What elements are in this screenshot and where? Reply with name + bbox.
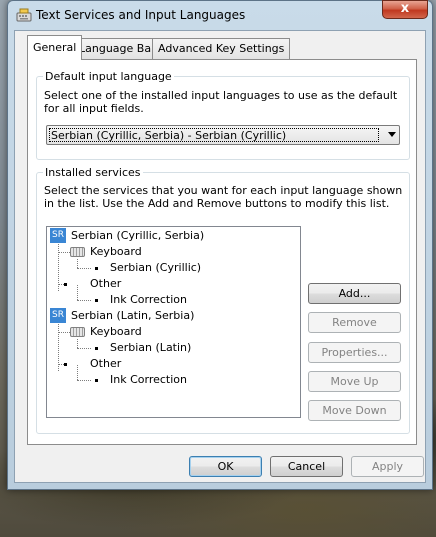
tree-connector [77, 348, 91, 349]
keyboard-settings-icon [16, 8, 32, 22]
tree-keyboard-label[interactable]: Keyboard [90, 244, 142, 260]
tab-language-bar-label: Language Bar [79, 42, 156, 55]
tab-general[interactable]: General [27, 35, 83, 60]
move-down-button[interactable]: Move Down [308, 400, 401, 421]
bullet-icon [64, 363, 67, 366]
tree-other-label[interactable]: Other [90, 276, 121, 292]
installed-services-description: Select the services that you want for ea… [44, 184, 403, 210]
keyboard-icon [70, 247, 85, 257]
close-icon: x [400, 1, 410, 16]
tab-general-label: General [33, 41, 77, 54]
chevron-down-icon [388, 132, 396, 137]
ok-button[interactable]: OK [189, 456, 262, 477]
default-input-language-description: Select one of the installed input langua… [44, 89, 398, 115]
tree-connector [58, 252, 70, 253]
bullet-icon [95, 347, 98, 350]
tree-connector [77, 285, 78, 300]
tree-connector [77, 268, 91, 269]
tree-connector [77, 300, 91, 301]
tree-connector [58, 332, 70, 333]
bullet-icon [95, 267, 98, 270]
language-badge-icon: SR [50, 228, 66, 243]
tree-other-item[interactable]: Ink Correction [110, 292, 187, 308]
tree-language-serbian-cyrillic[interactable]: Serbian (Cyrillic, Serbia) [71, 228, 204, 244]
tab-language-bar[interactable]: Language Bar [73, 38, 162, 59]
bullet-icon [95, 299, 98, 302]
remove-button[interactable]: Remove [308, 312, 401, 333]
properties-button[interactable]: Properties... [308, 342, 401, 363]
tree-keyboard-item[interactable]: Serbian (Cyrillic) [110, 260, 201, 276]
tree-connector [77, 365, 78, 380]
tab-advanced-key-settings-label: Advanced Key Settings [158, 42, 285, 55]
title-bar[interactable]: Text Services and Input Languages x [8, 0, 432, 29]
general-tab-panel: Default input language Select one of the… [27, 59, 417, 445]
apply-button[interactable]: Apply [351, 456, 424, 477]
tree-connector [77, 259, 78, 268]
dialog-client-area: General Language Bar Advanced Key Settin… [14, 30, 426, 483]
default-input-language-group: Default input language Select one of the… [36, 70, 410, 160]
tree-other-item[interactable]: Ink Correction [110, 372, 187, 388]
bullet-icon [64, 283, 67, 286]
installed-services-group: Installed services Select the services t… [36, 166, 410, 434]
default-input-language-dropdown[interactable]: Serbian (Cyrillic, Serbia) - Serbian (Cy… [46, 125, 400, 145]
window-title: Text Services and Input Languages [36, 8, 246, 22]
tree-connector [77, 380, 91, 381]
move-up-button[interactable]: Move Up [308, 371, 401, 392]
installed-services-label: Installed services [43, 166, 143, 179]
cancel-button[interactable]: Cancel [270, 456, 343, 477]
tree-connector [77, 339, 78, 348]
default-input-language-value: Serbian (Cyrillic, Serbia) - Serbian (Cy… [49, 128, 379, 142]
bullet-icon [95, 379, 98, 382]
language-badge-icon: SR [50, 308, 66, 323]
close-button[interactable]: x [382, 0, 428, 19]
tree-other-label[interactable]: Other [90, 356, 121, 372]
default-input-language-label: Default input language [43, 70, 174, 83]
tree-language-serbian-latin[interactable]: Serbian (Latin, Serbia) [71, 308, 194, 324]
tree-keyboard-item[interactable]: Serbian (Latin) [110, 340, 191, 356]
dialog-window: Text Services and Input Languages x Gene… [7, 0, 433, 490]
tree-keyboard-label[interactable]: Keyboard [90, 324, 142, 340]
keyboard-icon [70, 327, 85, 337]
installed-services-tree[interactable]: SR Serbian (Cyrillic, Serbia) Keyboard S… [46, 226, 301, 418]
add-button[interactable]: Add... [308, 283, 401, 304]
tab-advanced-key-settings[interactable]: Advanced Key Settings [152, 38, 291, 59]
